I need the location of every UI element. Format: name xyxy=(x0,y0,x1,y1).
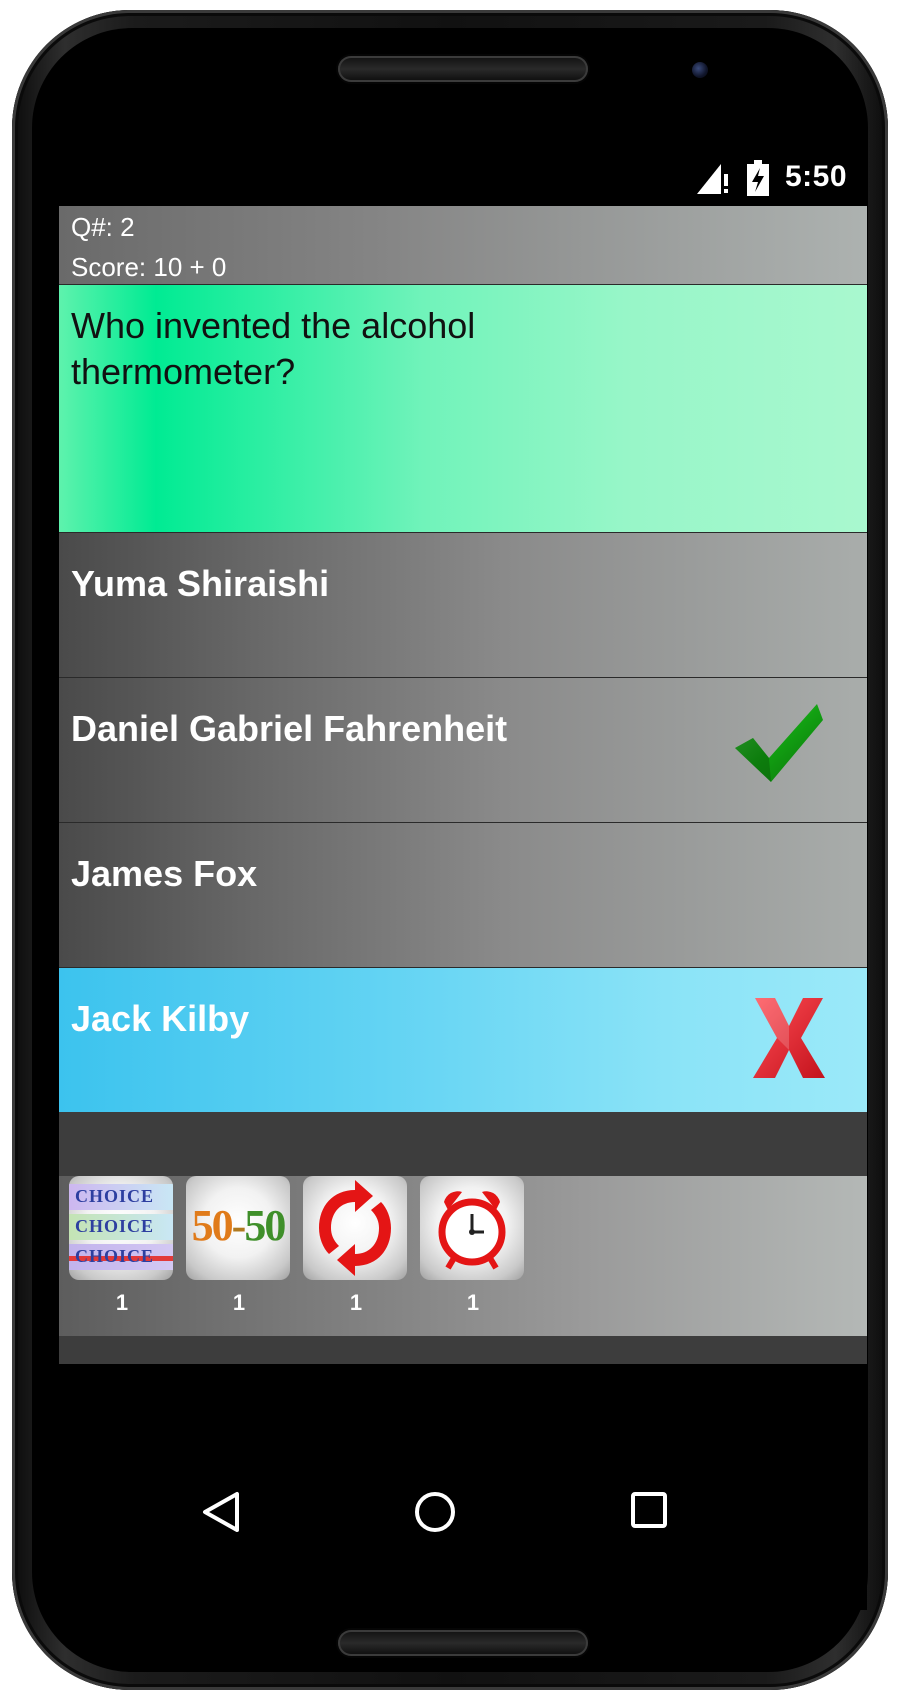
question-panel: Who invented the alcohol thermometer? xyxy=(59,284,867,533)
x-mark-icon xyxy=(753,998,825,1083)
answer-label: Jack Kilby xyxy=(71,998,250,1039)
screen: 5:50 Q#: 2 Score: 10 + 0 Who invented th… xyxy=(59,150,867,1610)
checkmark-icon xyxy=(733,702,825,789)
answer-option-1[interactable]: Yuma Shiraishi xyxy=(59,532,867,677)
status-time: 5:50 xyxy=(784,160,847,193)
score-label: Score: 10 + 0 xyxy=(71,252,227,282)
quiz-game: Q#: 2 Score: 10 + 0 Who invented the alc… xyxy=(59,206,867,1364)
question-text: Who invented the alcohol thermometer? xyxy=(71,305,476,392)
lifeline-extra-time[interactable]: 1 xyxy=(420,1176,526,1316)
front-camera xyxy=(692,62,708,78)
info-bar: Q#: 2 Score: 10 + 0 xyxy=(59,206,867,284)
answer-option-2[interactable]: Daniel Gabriel Fahrenheit xyxy=(59,677,867,822)
answer-option-3[interactable]: James Fox xyxy=(59,822,867,967)
fifty-fifty-icon: 50-50 xyxy=(186,1176,290,1280)
home-circle-icon[interactable] xyxy=(413,1490,457,1539)
swap-question-icon xyxy=(303,1176,407,1280)
lifeline-count: 1 xyxy=(232,1290,246,1315)
earpiece-speaker xyxy=(338,56,588,82)
answer-label: Yuma Shiraishi xyxy=(71,563,330,604)
alarm-clock-icon xyxy=(420,1176,524,1280)
lifeline-fifty-fifty[interactable]: 50-50 1 xyxy=(186,1176,292,1316)
signal-icon xyxy=(697,164,729,199)
navigation-bar xyxy=(59,1460,867,1580)
phone-frame: 5:50 Q#: 2 Score: 10 + 0 Who invented th… xyxy=(12,10,888,1690)
lifeline-count: 1 xyxy=(349,1290,363,1315)
lifeline-swap-question[interactable]: 1 xyxy=(303,1176,409,1316)
lifeline-multiple-choice[interactable]: CHOICE CHOICE CHOICE 1 xyxy=(69,1176,175,1316)
recents-square-icon[interactable] xyxy=(629,1490,669,1535)
battery-charging-icon xyxy=(747,160,769,201)
lifelines-bar: CHOICE CHOICE CHOICE 1 50-50 1 1 1 xyxy=(59,1176,867,1336)
answer-label: Daniel Gabriel Fahrenheit xyxy=(71,708,508,749)
answer-option-4[interactable]: Jack Kilby xyxy=(59,967,867,1112)
multiple-choice-icon: CHOICE CHOICE CHOICE xyxy=(69,1176,173,1280)
bottom-speaker xyxy=(338,1630,588,1656)
answer-label: James Fox xyxy=(71,853,258,894)
back-triangle-icon[interactable] xyxy=(201,1490,241,1539)
lifeline-count: 1 xyxy=(115,1290,129,1315)
status-bar: 5:50 xyxy=(59,150,867,206)
lifeline-count: 1 xyxy=(466,1290,480,1315)
question-number: Q#: 2 xyxy=(71,212,135,242)
fifty-fifty-art: 50-50 xyxy=(191,1201,287,1250)
